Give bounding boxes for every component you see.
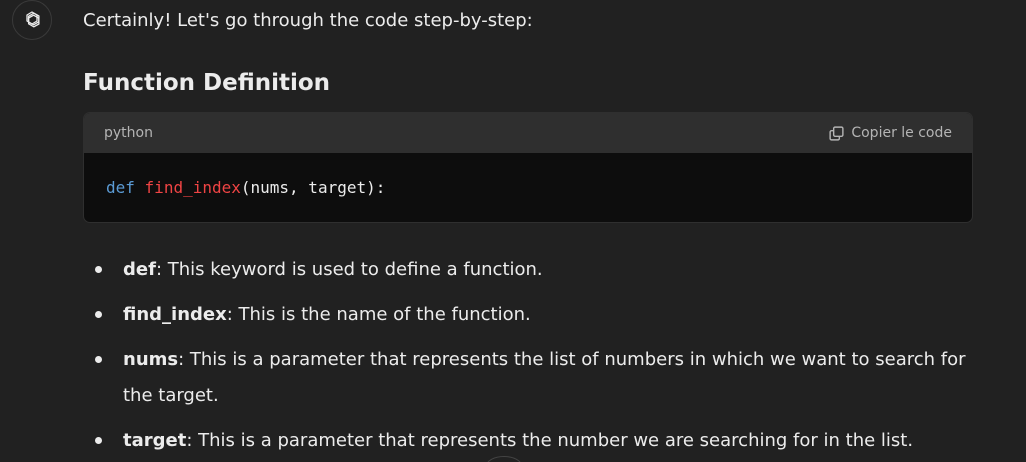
code-block: python Copier le code def find_index(num… bbox=[83, 112, 973, 223]
list-item-text: : This keyword is used to define a funct… bbox=[155, 259, 543, 280]
intro-text: Certainly! Let's go through the code ste… bbox=[83, 10, 533, 31]
list-item: find_index: This is the name of the func… bbox=[83, 297, 983, 333]
copy-code-button[interactable]: Copier le code bbox=[828, 125, 952, 142]
list-item-term: nums bbox=[123, 349, 179, 370]
code-content: def find_index(nums, target): bbox=[84, 153, 972, 199]
list-item: def: This keyword is used to define a fu… bbox=[83, 252, 983, 288]
list-item-text: : This is a parameter that represents th… bbox=[123, 349, 966, 406]
code-language-label: python bbox=[104, 125, 153, 141]
chatgpt-logo-icon bbox=[26, 11, 40, 28]
list-item-text: : This is the name of the function. bbox=[226, 304, 531, 325]
code-keyword: def bbox=[106, 178, 135, 197]
list-item-term: target bbox=[123, 430, 187, 451]
section-heading: Function Definition bbox=[83, 70, 331, 96]
code-signature: (nums, target): bbox=[240, 178, 386, 197]
list-item-text: : This is a parameter that represents th… bbox=[186, 430, 914, 451]
copy-code-label: Copier le code bbox=[851, 125, 952, 141]
list-item: target: This is a parameter that represe… bbox=[83, 423, 983, 459]
assistant-avatar bbox=[12, 0, 52, 40]
explanation-list: def: This keyword is used to define a fu… bbox=[83, 252, 983, 462]
code-header: python Copier le code bbox=[84, 113, 972, 153]
list-item-term: find_index bbox=[123, 304, 227, 325]
list-item: nums: This is a parameter that represent… bbox=[83, 342, 983, 414]
copy-icon bbox=[829, 125, 844, 141]
chat-page: Certainly! Let's go through the code ste… bbox=[0, 0, 1026, 462]
list-item-term: def bbox=[123, 259, 156, 280]
code-function-name: find_index bbox=[144, 178, 241, 197]
